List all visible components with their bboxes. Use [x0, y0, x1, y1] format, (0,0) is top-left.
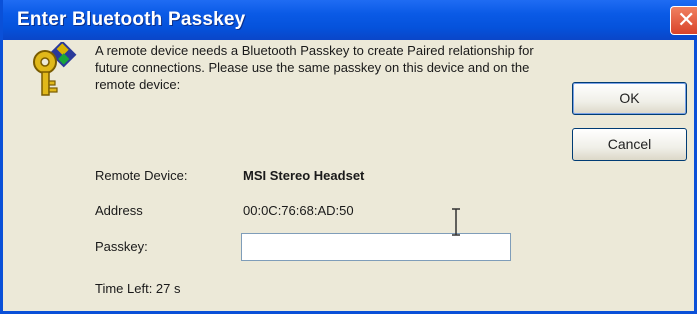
remote-device-value: MSI Stereo Headset	[243, 168, 365, 183]
remote-device-label: Remote Device:	[95, 168, 188, 183]
i-beam-cursor-icon	[452, 208, 460, 236]
passkey-label: Passkey:	[95, 239, 148, 254]
key-icon	[33, 42, 77, 96]
passkey-dialog: Enter Bluetooth Passkey ✕ A remote devic…	[0, 0, 697, 314]
window-title: Enter Bluetooth Passkey	[17, 9, 246, 30]
ok-button[interactable]: OK	[572, 82, 687, 115]
passkey-input[interactable]	[241, 233, 511, 261]
cancel-button[interactable]: Cancel	[572, 128, 687, 161]
title-bar[interactable]: Enter Bluetooth Passkey ✕	[3, 0, 697, 40]
address-value: 00:0C:76:68:AD:50	[243, 203, 354, 218]
close-button[interactable]: ✕	[670, 6, 697, 35]
address-label: Address	[95, 203, 143, 218]
time-left-text: Time Left: 27 s	[95, 281, 181, 296]
dialog-message: A remote device needs a Bluetooth Passke…	[95, 43, 534, 92]
close-icon: ✕	[677, 8, 696, 33]
